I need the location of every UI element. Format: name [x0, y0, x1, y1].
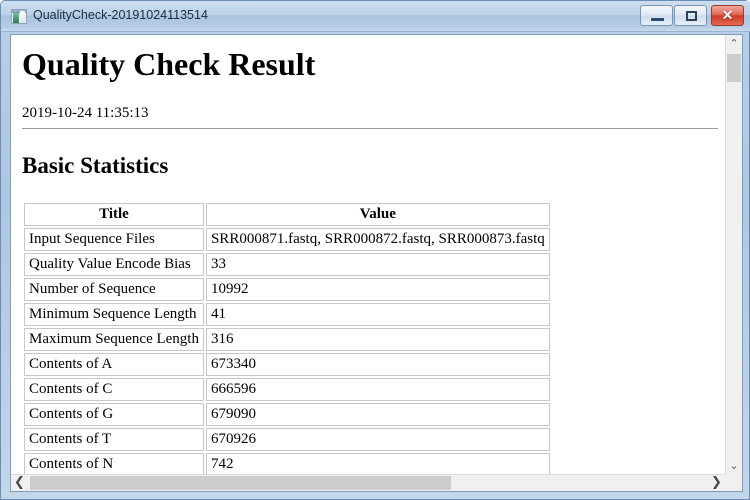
table-header-row: Title Value: [24, 203, 550, 226]
column-header-value: Value: [205, 203, 550, 226]
table-row: Input Sequence Files SRR000871.fastq, SRR…: [24, 228, 550, 251]
close-button[interactable]: ✕: [711, 5, 744, 26]
table-row: Contents of N 742: [24, 453, 550, 474]
maximize-icon: [686, 11, 697, 21]
client-area: Quality Check Result 2019-10-24 11:35:13…: [10, 34, 743, 492]
vertical-scrollbar[interactable]: ⌃ ⌄: [725, 35, 742, 474]
window-title: QualityCheck-20191024113514: [33, 8, 208, 22]
horizontal-scrollbar[interactable]: ❮ ❯: [11, 474, 725, 491]
scrollbar-corner: [725, 474, 742, 491]
table-cell-title: Minimum Sequence Length: [24, 303, 204, 326]
table-body: Input Sequence Files SRR000871.fastq, SRR…: [24, 228, 550, 474]
chevron-up-icon: ⌃: [729, 37, 739, 50]
table-row: Contents of G 679090: [24, 403, 550, 426]
application-window: QualityCheck-20191024113514 ✕ Quality Ch…: [0, 0, 750, 500]
table-cell-value: 316: [205, 328, 550, 351]
table-cell-value: 679090: [205, 403, 550, 426]
maximize-button[interactable]: [674, 5, 707, 26]
chevron-right-icon: ❯: [711, 475, 722, 490]
title-bar[interactable]: QualityCheck-20191024113514 ✕: [1, 1, 750, 32]
vertical-scrollbar-thumb[interactable]: [727, 54, 741, 82]
table-row: Quality Value Encode Bias 33: [24, 253, 550, 276]
table-head: Title Value: [24, 203, 550, 226]
table-cell-value: 33: [205, 253, 550, 276]
table-cell-title: Input Sequence Files: [24, 228, 204, 251]
scroll-up-button[interactable]: ⌃: [726, 35, 742, 52]
table-cell-title: Contents of G: [24, 403, 204, 426]
table-row: Contents of A 673340: [24, 353, 550, 376]
report-timestamp: 2019-10-24 11:35:13: [22, 105, 149, 121]
table-row: Minimum Sequence Length 41: [24, 303, 550, 326]
minimize-icon: [651, 18, 664, 21]
header-divider: [22, 128, 718, 129]
table-cell-title: Number of Sequence: [24, 278, 204, 301]
column-header-title: Title: [24, 203, 204, 226]
horizontal-scrollbar-thumb[interactable]: [30, 476, 451, 490]
table-cell-title: Quality Value Encode Bias: [24, 253, 204, 276]
table-cell-value: SRR000871.fastq, SRR000872.fastq, SRR000…: [205, 228, 550, 251]
chevron-down-icon: ⌄: [729, 459, 739, 472]
table-cell-title: Contents of T: [24, 428, 204, 451]
table-cell-value: 41: [205, 303, 550, 326]
table-cell-value: 673340: [205, 353, 550, 376]
table-cell-title: Contents of C: [24, 378, 204, 401]
app-window-icon: [11, 9, 27, 24]
close-icon: ✕: [721, 7, 734, 23]
table-row: Maximum Sequence Length 316: [24, 328, 550, 351]
table-row: Contents of C 666596: [24, 378, 550, 401]
table-cell-value: 670926: [205, 428, 550, 451]
table-row: Contents of T 670926: [24, 428, 550, 451]
table-cell-value: 742: [205, 453, 550, 474]
document-viewport: Quality Check Result 2019-10-24 11:35:13…: [11, 35, 725, 474]
minimize-button[interactable]: [640, 5, 673, 26]
table-cell-value: 10992: [205, 278, 550, 301]
table-cell-title: Contents of A: [24, 353, 204, 376]
basic-statistics-table: Title Value Input Sequence Files SRR00087…: [22, 201, 552, 474]
scroll-right-button[interactable]: ❯: [708, 475, 725, 491]
table-cell-value: 666596: [205, 378, 550, 401]
app-icon-white-panel: [20, 11, 25, 23]
scroll-left-button[interactable]: ❮: [11, 475, 28, 491]
section-heading-basic-statistics: Basic Statistics: [22, 153, 169, 178]
app-icon-green-panel: [13, 13, 19, 23]
scroll-down-button[interactable]: ⌄: [726, 457, 742, 474]
table-row: Number of Sequence 10992: [24, 278, 550, 301]
table-cell-title: Maximum Sequence Length: [24, 328, 204, 351]
chevron-left-icon: ❮: [14, 475, 25, 490]
table-cell-title: Contents of N: [24, 453, 204, 474]
page-title: Quality Check Result: [22, 46, 316, 82]
